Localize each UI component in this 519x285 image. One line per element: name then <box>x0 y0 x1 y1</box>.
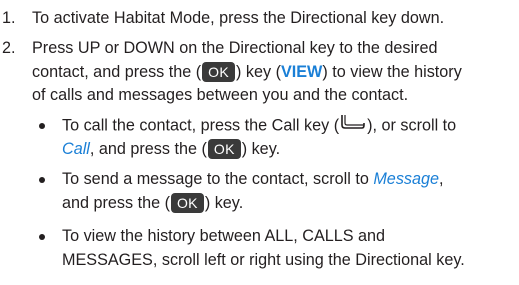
step-1-number: 1. <box>2 9 16 27</box>
bullet-dot <box>39 234 45 240</box>
message-option-link: Message <box>373 170 440 188</box>
step-1-text: To activate Habitat Mode, press the Dire… <box>32 9 445 27</box>
bullet-1-line-1-pre: To call the contact, press the Call key … <box>62 116 340 135</box>
bullet-2-line-2-pre: and press the ( <box>62 194 170 212</box>
ok-key-icon: OK <box>170 192 204 213</box>
bullet-1-line-2-pre: , and press the ( <box>89 140 207 158</box>
call-option-link: Call <box>62 140 90 158</box>
bullet-1-line-1: To call the contact, press the Call key … <box>62 114 456 138</box>
bullet-2-line-1-post: , <box>439 170 444 188</box>
bullet-1-line-1-post: ), or scroll to <box>367 116 457 135</box>
bullet-3-line-2: MESSAGES, scroll left or right using the… <box>62 251 465 269</box>
ok-key-icon: OK <box>202 61 235 82</box>
step-2-line-3: of calls and messages between you and th… <box>32 86 409 104</box>
step-2-line-1: Press UP or DOWN on the Directional key … <box>32 39 438 57</box>
bullet-2-line-2-post: ) key. <box>204 194 244 212</box>
bullet-1-line-2-post: ) key. <box>241 140 281 158</box>
bullet-dot <box>39 123 45 129</box>
step-2-number: 2. <box>2 39 16 57</box>
instruction-page: 1. To activate Habitat Mode, press the D… <box>0 0 519 285</box>
step-2-line-2-pre: contact, and press the ( <box>32 63 202 81</box>
bullet-dot <box>39 177 45 183</box>
bullet-2-line-1: To send a message to the contact, scroll… <box>62 168 444 190</box>
step-2-line-2-post: ) to view the history <box>322 63 462 81</box>
view-softkey-label: VIEW <box>280 63 323 81</box>
bullet-2-line-2: and press the (OK) key. <box>62 192 243 214</box>
ok-key-icon: OK <box>207 138 241 159</box>
call-key-icon <box>340 112 366 136</box>
bullet-1-line-2: Call, and press the (OK) key. <box>62 138 280 160</box>
bullet-3-line-1: To view the history between ALL, CALLS a… <box>62 227 386 245</box>
step-2-line-2-mid: ) key ( <box>236 63 281 81</box>
bullet-2-line-1-pre: To send a message to the contact, scroll… <box>62 170 374 188</box>
step-2-line-2: contact, and press the (OK) key (VIEW) t… <box>32 61 462 83</box>
